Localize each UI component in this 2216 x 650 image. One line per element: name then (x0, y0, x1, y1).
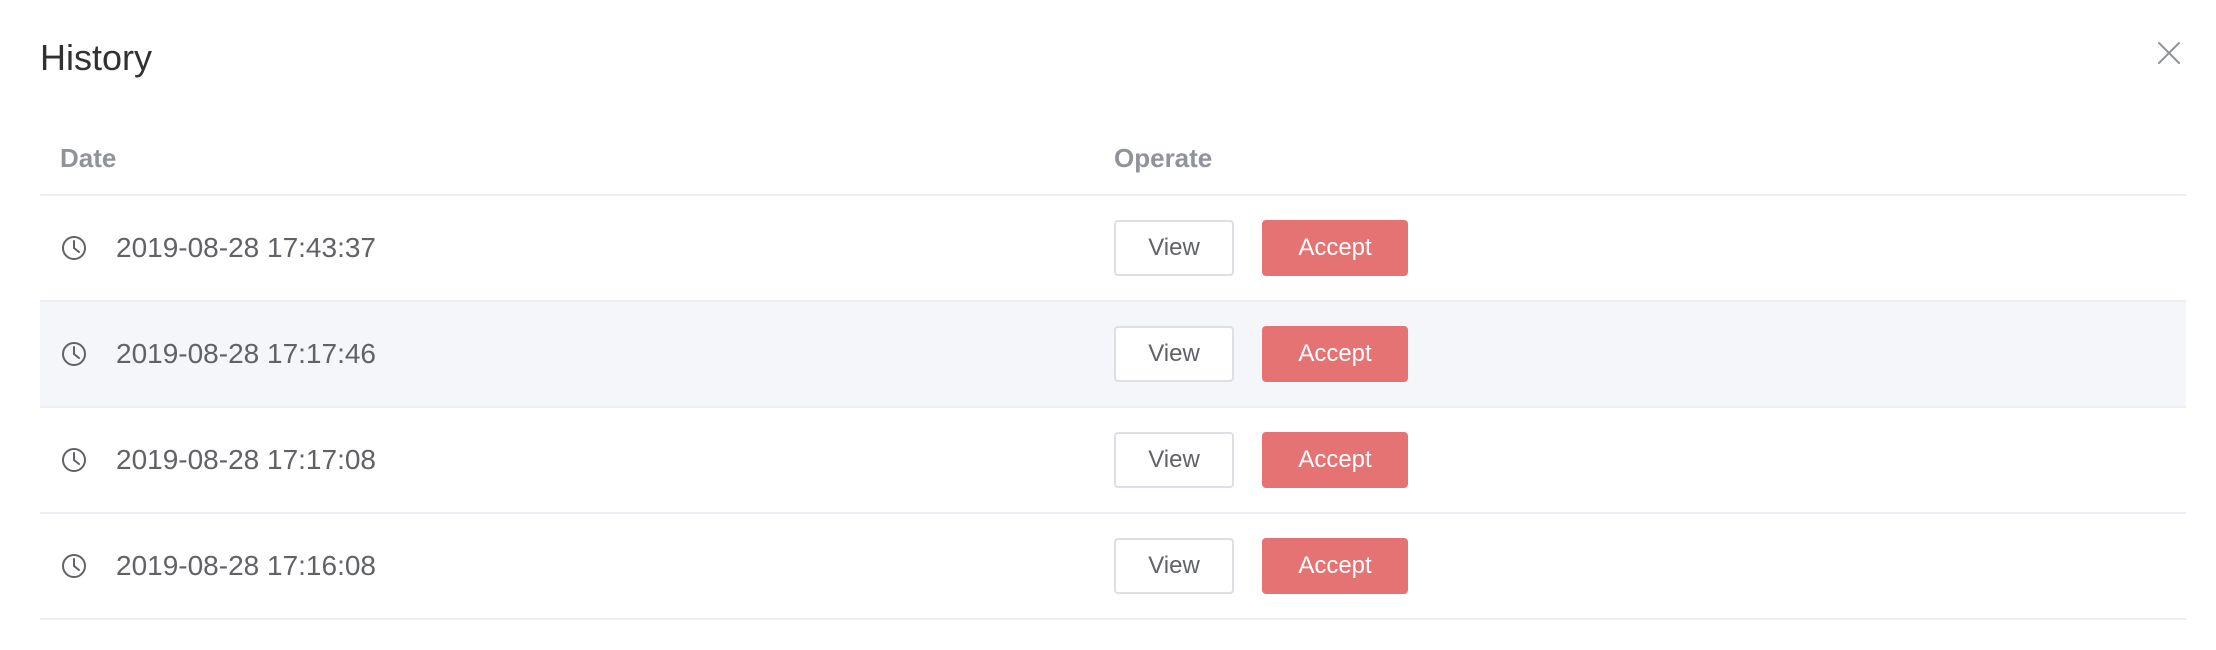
date-text: 2019-08-28 17:17:08 (116, 444, 376, 475)
column-header-operate: Operate (1114, 142, 1213, 173)
view-button[interactable]: View (1114, 326, 1234, 382)
date-cell: 2019-08-28 17:43:37 (40, 232, 1114, 264)
history-dialog: History Date Operate 2019-08-28 17:43:37… (0, 0, 2216, 650)
accept-button[interactable]: Accept (1262, 432, 1408, 488)
close-button[interactable] (2152, 36, 2186, 70)
accept-button[interactable]: Accept (1262, 538, 1408, 594)
clock-icon (60, 446, 88, 474)
column-header-date: Date (60, 142, 117, 173)
operate-cell: View Accept (1114, 538, 2186, 594)
operate-cell: View Accept (1114, 220, 2186, 276)
table-row: 2019-08-28 17:17:08 View Accept (40, 408, 2186, 514)
table-header: Date Operate (40, 122, 2186, 196)
table-row: 2019-08-28 17:17:46 View Accept (40, 302, 2186, 408)
date-text: 2019-08-28 17:17:46 (116, 338, 376, 369)
operate-cell: View Accept (1114, 432, 2186, 488)
view-button[interactable]: View (1114, 538, 1234, 594)
close-icon (2157, 41, 2181, 65)
table-row: 2019-08-28 17:43:37 View Accept (40, 196, 2186, 302)
view-button[interactable]: View (1114, 220, 1234, 276)
date-text: 2019-08-28 17:16:08 (116, 550, 376, 581)
clock-icon (60, 234, 88, 262)
accept-button[interactable]: Accept (1262, 220, 1408, 276)
view-button[interactable]: View (1114, 432, 1234, 488)
clock-icon (60, 340, 88, 368)
date-cell: 2019-08-28 17:17:08 (40, 444, 1114, 476)
dialog-title: History (40, 37, 153, 78)
clock-icon (60, 552, 88, 580)
accept-button[interactable]: Accept (1262, 326, 1408, 382)
table-row: 2019-08-28 17:16:08 View Accept (40, 514, 2186, 620)
date-text: 2019-08-28 17:43:37 (116, 232, 376, 263)
date-cell: 2019-08-28 17:16:08 (40, 550, 1114, 582)
date-cell: 2019-08-28 17:17:46 (40, 338, 1114, 370)
history-table: Date Operate 2019-08-28 17:43:37 View Ac… (40, 122, 2186, 620)
operate-cell: View Accept (1114, 326, 2186, 382)
